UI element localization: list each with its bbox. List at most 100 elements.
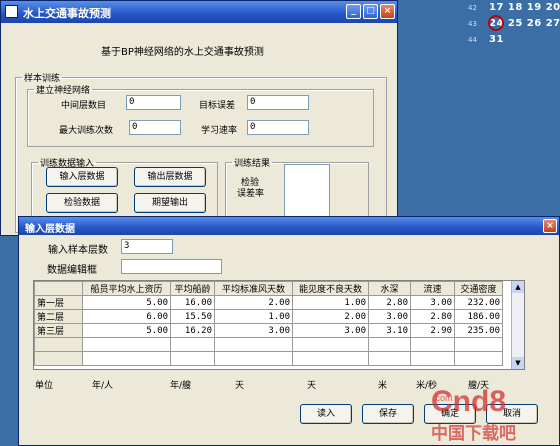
table-cell[interactable]: 5.00 <box>82 323 171 338</box>
max-epochs-label: 最大训练次数 <box>59 126 114 136</box>
table-cell[interactable]: 1.00 <box>292 295 369 310</box>
table-cell[interactable]: 3.10 <box>368 323 411 338</box>
calendar-days: 17 18 19 20 21 <box>489 2 560 13</box>
app-heading: 基于BP神经网络的水上交通事故预测 <box>101 47 264 58</box>
table-cell[interactable] <box>292 337 369 352</box>
table-cell[interactable]: 1.00 <box>214 309 293 324</box>
main-window-titlebar[interactable]: 水上交通事故预测 _ □ × <box>1 1 397 23</box>
table-cell[interactable] <box>82 337 171 352</box>
calendar-week-row: 42 17 18 19 20 21 <box>468 2 560 14</box>
week-number: 43 <box>468 20 477 28</box>
table-cell[interactable] <box>410 337 455 352</box>
close-button[interactable]: × <box>380 4 395 19</box>
pencil-app-icon <box>5 5 18 18</box>
hidden-layers-input[interactable]: 0 <box>126 95 181 110</box>
table-cell[interactable] <box>368 337 411 352</box>
table-cell[interactable] <box>170 337 215 352</box>
output-layer-data-button[interactable]: 输出层数据 <box>134 167 206 187</box>
table-cell[interactable]: 2.00 <box>292 309 369 324</box>
calendar-week-row: 44 31 <box>468 34 560 46</box>
max-epochs-input[interactable]: 0 <box>129 120 181 135</box>
table-cell[interactable] <box>82 351 171 366</box>
input-data-grid[interactable]: 船员平均水上资历 平均船龄 平均标准风天数 能见度不良天数 水深 流速 交通密度 第一层 5.… <box>33 280 525 370</box>
table-cell[interactable] <box>410 351 455 366</box>
calendar-days: 31 <box>489 34 504 45</box>
window-title: 水上交通事故预测 <box>23 7 111 20</box>
row-header[interactable] <box>34 337 83 352</box>
table-cell[interactable] <box>454 351 503 366</box>
dialog-close-button[interactable]: × <box>543 219 557 233</box>
table-row[interactable]: 第一层 5.00 16.00 2.00 1.00 2.80 3.00 232.00 <box>34 295 503 310</box>
table-cell[interactable] <box>214 337 293 352</box>
sample-count-label: 输入样本层数 <box>48 245 108 256</box>
column-header: 交通密度 <box>454 281 503 296</box>
watermark-caption: 中国下载吧 <box>431 423 516 444</box>
group-label: 训练结果 <box>234 159 271 169</box>
test-data-button[interactable]: 检验数据 <box>46 193 118 213</box>
table-cell[interactable] <box>214 351 293 366</box>
row-header[interactable]: 第二层 <box>34 309 83 324</box>
column-header: 水深 <box>368 281 411 296</box>
minimize-button[interactable]: _ <box>346 4 361 19</box>
table-cell[interactable] <box>368 351 411 366</box>
table-cell[interactable]: 3.00 <box>292 323 369 338</box>
table-cell[interactable]: 16.20 <box>170 323 215 338</box>
unit-text: 天 <box>307 381 317 391</box>
table-cell[interactable]: 6.00 <box>82 309 171 324</box>
edit-box-label: 数据编辑框 <box>47 265 97 276</box>
table-row[interactable]: 第二层 6.00 15.50 1.00 2.00 3.00 2.80 186.00 <box>34 309 503 324</box>
row-header[interactable] <box>34 351 83 366</box>
load-button[interactable]: 读入 <box>300 404 352 424</box>
week-number: 42 <box>468 4 477 12</box>
dialog-title: 输入层数据 <box>25 224 75 235</box>
units-label: 单位 <box>35 381 54 391</box>
unit-text: 年/艘 <box>170 381 192 391</box>
table-cell[interactable]: 2.90 <box>410 323 455 338</box>
table-cell[interactable] <box>454 337 503 352</box>
maximize-button[interactable]: □ <box>363 4 378 19</box>
table-row[interactable]: 第三层 5.00 16.20 3.00 3.00 3.10 2.90 235.00 <box>34 323 503 338</box>
watermark-domain: .com <box>433 393 453 403</box>
vertical-scrollbar[interactable]: ▲ ▼ <box>511 281 524 369</box>
data-edit-box[interactable] <box>121 259 222 274</box>
row-header[interactable]: 第一层 <box>34 295 83 310</box>
table-cell[interactable]: 15.50 <box>170 309 215 324</box>
row-header[interactable]: 第三层 <box>34 323 83 338</box>
test-error-output <box>284 164 330 220</box>
scroll-down-arrow-icon[interactable]: ▼ <box>512 357 524 369</box>
network-setup-group: 建立神经网络 <box>27 83 374 147</box>
data-table: 船员平均水上资历 平均船龄 平均标准风天数 能见度不良天数 水深 流速 交通密度 第一层 5.… <box>34 281 503 366</box>
column-header: 船员平均水上资历 <box>82 281 171 296</box>
column-header <box>34 281 83 296</box>
hidden-layers-label: 中间层数目 <box>61 101 107 111</box>
dialog-titlebar[interactable]: 输入层数据 × <box>19 217 559 235</box>
desktop-calendar: 42 17 18 19 20 21 43 24 25 26 27 28 44 3… <box>468 0 560 48</box>
column-header: 流速 <box>410 281 455 296</box>
scroll-up-arrow-icon[interactable]: ▲ <box>512 281 524 293</box>
learning-rate-input[interactable]: 0 <box>247 120 309 135</box>
table-cell[interactable]: 232.00 <box>454 295 503 310</box>
table-cell[interactable]: 3.00 <box>368 309 411 324</box>
expected-output-button[interactable]: 期望输出 <box>134 193 206 213</box>
table-cell[interactable]: 16.00 <box>170 295 215 310</box>
table-cell[interactable] <box>292 351 369 366</box>
table-row[interactable] <box>34 337 503 352</box>
table-cell[interactable]: 3.00 <box>214 323 293 338</box>
learning-rate-label: 学习速率 <box>201 126 238 136</box>
save-button[interactable]: 保存 <box>362 404 414 424</box>
table-cell[interactable]: 186.00 <box>454 309 503 324</box>
input-layer-data-button[interactable]: 输入层数据 <box>46 167 118 187</box>
table-cell[interactable]: 2.80 <box>410 309 455 324</box>
table-cell[interactable]: 5.00 <box>82 295 171 310</box>
table-header-row: 船员平均水上资历 平均船龄 平均标准风天数 能见度不良天数 水深 流速 交通密度 <box>34 281 503 296</box>
sample-count-input[interactable]: 3 <box>121 239 173 254</box>
table-row[interactable] <box>34 351 503 366</box>
table-cell[interactable]: 235.00 <box>454 323 503 338</box>
table-cell[interactable]: 2.00 <box>214 295 293 310</box>
table-cell[interactable]: 3.00 <box>410 295 455 310</box>
error-rate-label: 误差率 <box>237 189 265 199</box>
target-error-input[interactable]: 0 <box>247 95 309 110</box>
table-cell[interactable]: 2.80 <box>368 295 411 310</box>
today-marker <box>488 15 504 31</box>
table-cell[interactable] <box>170 351 215 366</box>
